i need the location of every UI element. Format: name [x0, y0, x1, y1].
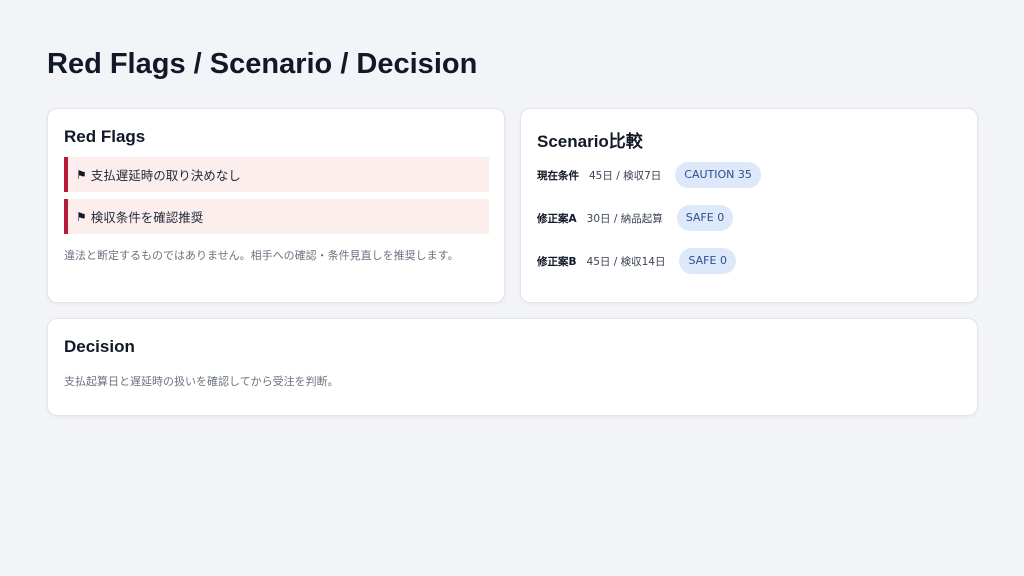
- scenario-label: 現在条件: [537, 169, 579, 182]
- scenario-row-a: 修正案A 30日 / 納品起算 SAFE 0: [537, 205, 734, 231]
- red-flag-item: ⚑ 支払遅延時の取り決めなし: [64, 157, 489, 192]
- decision-card: Decision 支払起算日と遅延時の扱いを確認してから受注を判断。: [47, 318, 978, 416]
- red-flag-text: 検収条件を確認推奨: [90, 210, 204, 225]
- scenario-title: Scenario比較: [537, 132, 643, 151]
- red-flags-title: Red Flags: [64, 127, 146, 146]
- scenario-row-current: 現在条件 45日 / 検収7日 CAUTION 35: [537, 162, 761, 188]
- scenario-label: 修正案A: [537, 212, 577, 225]
- status-badge: SAFE 0: [679, 248, 736, 274]
- page: Red Flags / Scenario / Decision Red Flag…: [0, 0, 1024, 576]
- disclaimer-note: 違法と断定するものではありません。相手への確認・条件見直しを推奨します。: [64, 249, 459, 262]
- scenario-row-b: 修正案B 45日 / 検収14日 SAFE 0: [537, 248, 736, 274]
- scenario-card: Scenario比較 現在条件 45日 / 検収7日 CAUTION 35 修正…: [520, 108, 978, 303]
- scenario-detail: 30日 / 納品起算: [586, 212, 663, 225]
- page-title: Red Flags / Scenario / Decision: [47, 48, 478, 80]
- red-flag-text: 支払遅延時の取り決めなし: [90, 168, 241, 183]
- status-badge: CAUTION 35: [675, 162, 761, 188]
- flag-icon: ⚑: [76, 209, 87, 224]
- status-badge: SAFE 0: [676, 205, 734, 231]
- red-flags-card: Red Flags ⚑ 支払遅延時の取り決めなし ⚑ 検収条件を確認推奨 違法と…: [47, 108, 505, 303]
- scenario-label: 修正案B: [537, 255, 577, 268]
- decision-text: 支払起算日と遅延時の扱いを確認してから受注を判断。: [64, 375, 339, 388]
- red-flag-item: ⚑ 検収条件を確認推奨: [64, 199, 489, 234]
- flag-icon: ⚑: [76, 167, 87, 182]
- decision-title: Decision: [64, 337, 135, 356]
- scenario-detail: 45日 / 検収14日: [586, 255, 666, 268]
- scenario-detail: 45日 / 検収7日: [589, 169, 662, 182]
